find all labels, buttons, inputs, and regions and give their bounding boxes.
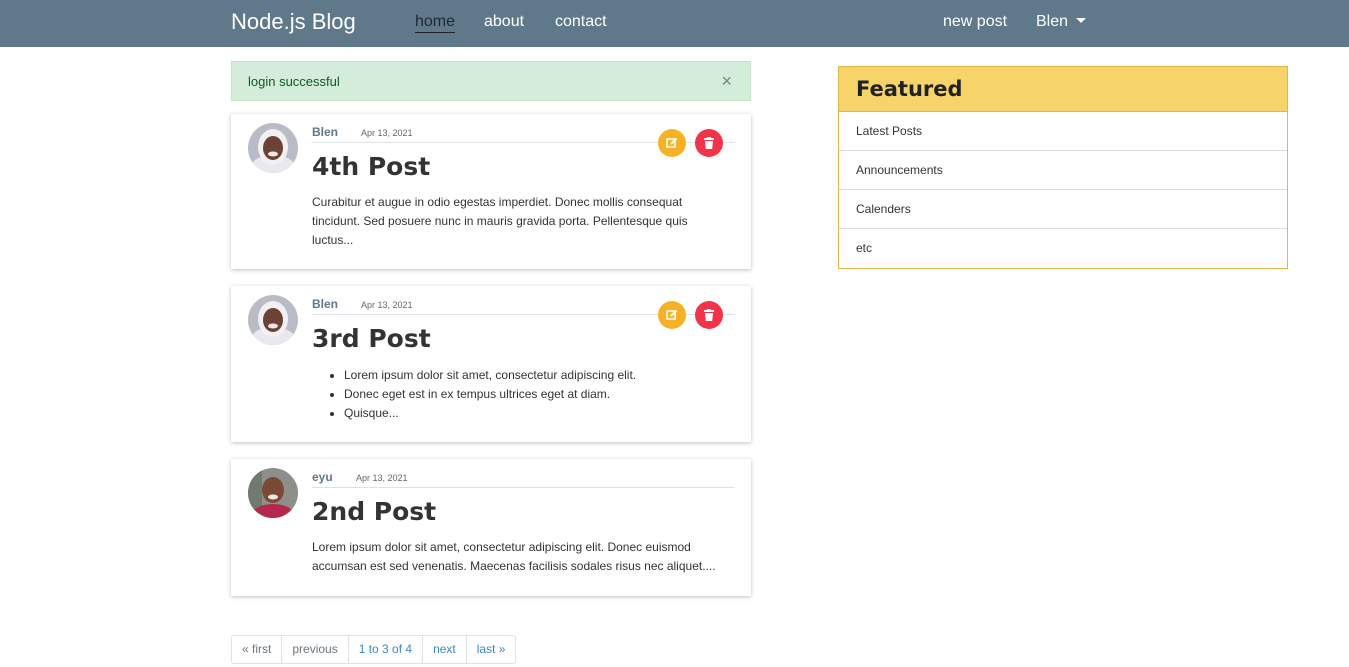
edit-post-button[interactable] [658, 301, 686, 329]
divider [312, 487, 735, 488]
post-title[interactable]: 4th Post [312, 151, 430, 183]
featured-title: Featured [856, 77, 963, 101]
page-previous-button[interactable]: previous [281, 635, 349, 664]
delete-post-button[interactable] [695, 129, 723, 157]
nav-contact-link[interactable]: contact [555, 12, 607, 32]
brand-link[interactable]: Node.js Blog [231, 8, 356, 36]
featured-item-announcements[interactable]: Announcements [839, 151, 1287, 190]
post-author[interactable]: Blen [312, 125, 338, 139]
post-excerpt: Curabitur et augue in odio egestas imper… [312, 195, 688, 247]
nav-about-link[interactable]: about [484, 12, 524, 32]
trash-icon [704, 309, 714, 321]
alert-message: login successful [248, 74, 340, 89]
post-author[interactable]: Blen [312, 297, 338, 311]
list-item: Quisque... [344, 404, 732, 423]
author-avatar [248, 468, 298, 518]
post-title[interactable]: 3rd Post [312, 323, 431, 355]
edit-icon [666, 309, 678, 320]
edit-post-button[interactable] [658, 129, 686, 157]
page-next-button[interactable]: next [422, 635, 467, 664]
page-last-button[interactable]: last » [465, 635, 517, 664]
post-date: Apr 13, 2021 [361, 128, 413, 138]
pagination: « first previous 1 to 3 of 4 next last » [231, 635, 517, 664]
post-author[interactable]: eyu [312, 470, 333, 484]
author-avatar [248, 295, 298, 345]
trash-icon [704, 137, 714, 149]
login-alert: login successful × [231, 61, 751, 101]
post-date: Apr 13, 2021 [361, 300, 413, 310]
page-range: 1 to 3 of 4 [347, 635, 424, 664]
post-excerpt: Lorem ipsum dolor sit amet, consectetur … [312, 366, 732, 423]
list-item: Donec eget est in ex tempus ultrices ege… [344, 385, 732, 404]
user-name: Blen [1036, 13, 1069, 30]
author-avatar [248, 123, 298, 173]
featured-item-etc[interactable]: etc [839, 229, 1287, 268]
close-icon[interactable]: × [721, 72, 732, 90]
list-item: Lorem ipsum dolor sit amet, consectetur … [344, 366, 732, 385]
user-dropdown[interactable]: Blen [1036, 12, 1087, 32]
page-first-button[interactable]: « first [231, 635, 283, 664]
featured-panel: Featured Latest Posts Announcements Cale… [838, 66, 1288, 269]
post-card: Blen Apr 13, 2021 4th Post Curabitur et … [231, 114, 751, 269]
featured-item-latest-posts[interactable]: Latest Posts [839, 112, 1287, 151]
navbar: Node.js Blog home about contact new post… [0, 0, 1349, 47]
post-card: eyu Apr 13, 2021 2nd Post Lorem ipsum do… [231, 459, 751, 596]
new-post-link[interactable]: new post [943, 12, 1007, 32]
featured-item-calenders[interactable]: Calenders [839, 190, 1287, 229]
caret-down-icon [1076, 18, 1087, 24]
post-date: Apr 13, 2021 [356, 473, 408, 483]
nav-home-link[interactable]: home [415, 12, 456, 33]
delete-post-button[interactable] [695, 301, 723, 329]
post-title[interactable]: 2nd Post [312, 496, 436, 528]
post-excerpt: Lorem ipsum dolor sit amet, consectetur … [312, 540, 716, 573]
featured-header: Featured [839, 67, 1287, 112]
excerpt-list: Lorem ipsum dolor sit amet, consectetur … [312, 366, 732, 423]
post-card: Blen Apr 13, 2021 3rd Post Lorem ipsum d… [231, 286, 751, 442]
edit-icon [666, 137, 678, 148]
